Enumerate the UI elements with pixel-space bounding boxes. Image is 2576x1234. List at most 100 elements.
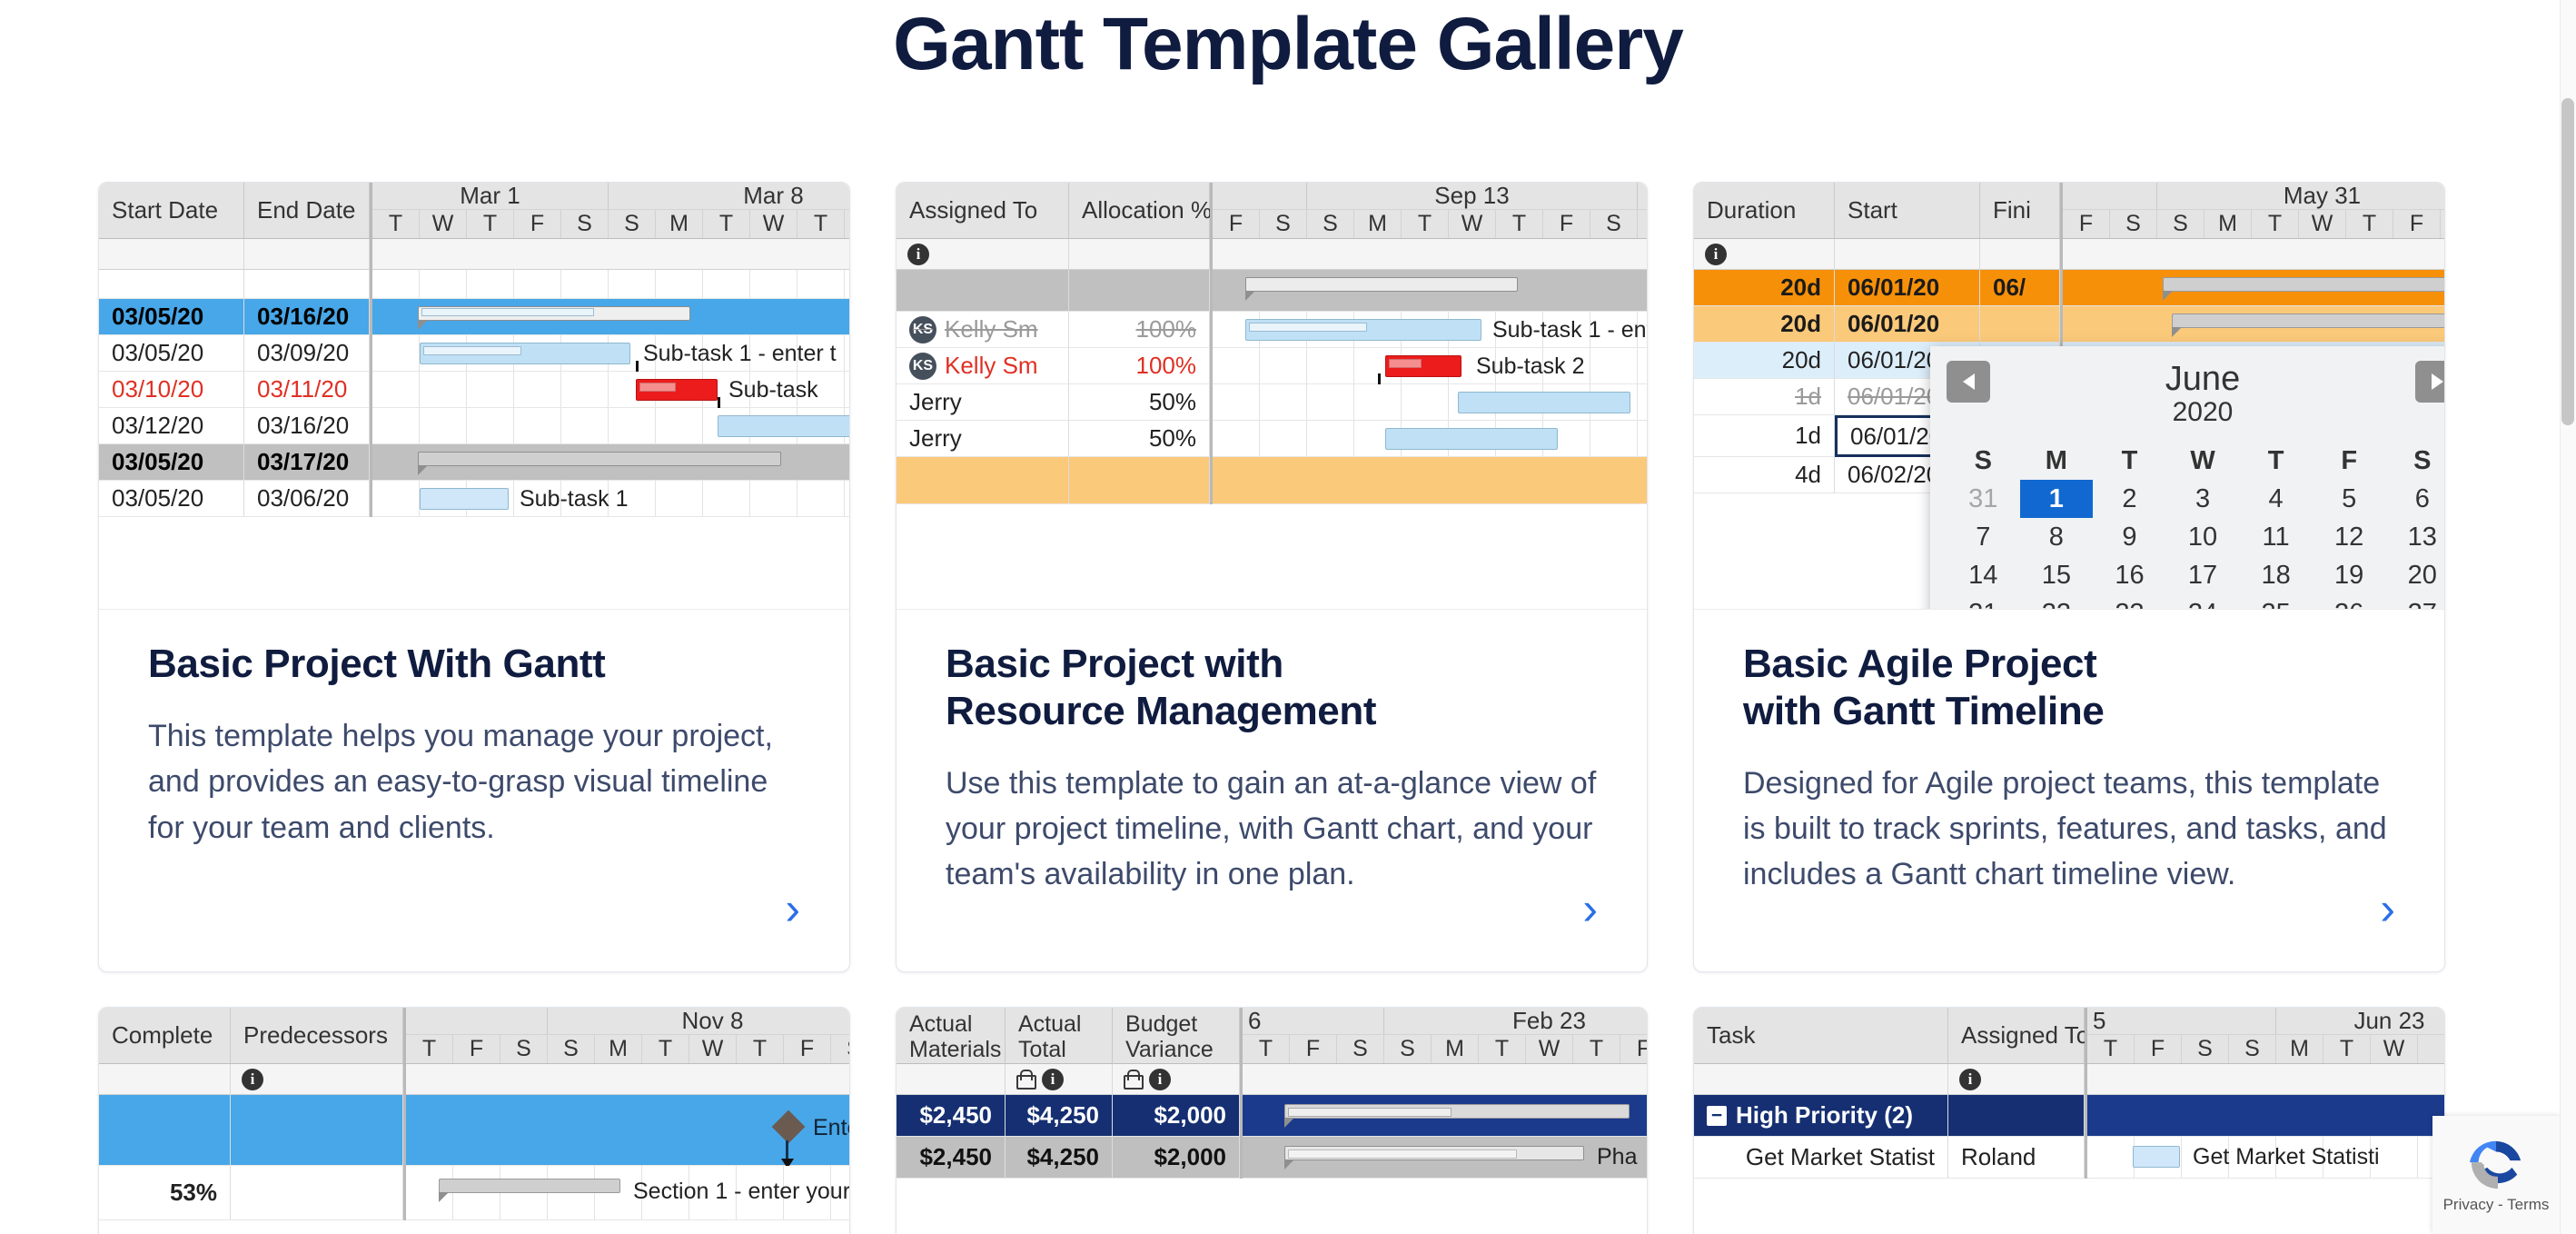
table-row[interactable]: KS Kelly Sm xyxy=(897,348,1069,384)
table-row[interactable]: 03/09/20 xyxy=(244,335,370,372)
gantt-bar-row[interactable] xyxy=(1213,384,1647,421)
table-row[interactable]: 03/05/20 xyxy=(99,299,244,335)
table-row[interactable]: 03/10/20 xyxy=(99,372,244,408)
info-icon[interactable]: i xyxy=(242,1068,263,1090)
gantt-bar-row[interactable] xyxy=(2063,306,2444,343)
table-row[interactable]: KS Kelly Sm xyxy=(897,312,1069,348)
datepicker-day[interactable]: 31 xyxy=(1947,480,2020,518)
table-row[interactable]: 50% xyxy=(1069,384,1210,421)
datepicker-day[interactable]: 14 xyxy=(1947,556,2020,594)
info-icon[interactable]: i xyxy=(1042,1068,1064,1090)
datepicker-day[interactable]: 4 xyxy=(2239,480,2313,518)
info-icon[interactable]: i xyxy=(1149,1068,1171,1090)
gantt-bar-row[interactable] xyxy=(2063,270,2444,306)
table-row[interactable]: 06/01/20 xyxy=(1835,270,1980,306)
gantt-bar-row[interactable] xyxy=(1213,457,1647,504)
table-row[interactable]: 100% xyxy=(1069,348,1210,384)
datepicker-day[interactable]: 6 xyxy=(2385,480,2444,518)
datepicker-day[interactable]: 11 xyxy=(2239,518,2313,556)
table-row[interactable]: 50% xyxy=(1069,421,1210,457)
table-row[interactable]: Jerry xyxy=(897,384,1069,421)
table-row[interactable]: 20d xyxy=(1694,270,1835,306)
table-row[interactable] xyxy=(897,457,1069,504)
scrollbar-thumb[interactable] xyxy=(2561,98,2574,425)
table-row[interactable]: $2,450 xyxy=(897,1137,1006,1179)
table-row[interactable]: 03/16/20 xyxy=(244,299,370,335)
table-row[interactable]: $4,250 xyxy=(1006,1137,1113,1179)
table-row[interactable] xyxy=(897,270,1069,312)
info-icon[interactable]: i xyxy=(907,243,929,265)
table-row[interactable] xyxy=(1980,306,2060,343)
table-row[interactable]: 4d xyxy=(1694,457,1835,493)
table-row[interactable]: 03/05/20 xyxy=(99,444,244,481)
table-row[interactable]: 06/ xyxy=(1980,270,2060,306)
datepicker-day[interactable]: 26 xyxy=(2313,594,2386,609)
table-row[interactable]: 53% xyxy=(99,1166,231,1220)
chevron-right-icon[interactable]: › xyxy=(785,886,800,931)
table-row[interactable]: 03/16/20 xyxy=(244,408,370,444)
datepicker-day[interactable]: 9 xyxy=(2093,518,2166,556)
table-row[interactable] xyxy=(231,1095,403,1166)
gantt-bar-row[interactable] xyxy=(1243,1095,1647,1137)
template-card-basic-agile-project-with-gantt-timeline[interactable]: Duration i 20d 20d 20d 1d 1d 4d Start 06… xyxy=(1693,182,2445,972)
table-row[interactable]: $4,250 xyxy=(1006,1095,1113,1137)
table-row-group[interactable]: − High Priority (2) xyxy=(1694,1095,1948,1137)
table-row[interactable]: $2,450 xyxy=(897,1095,1006,1137)
table-row[interactable] xyxy=(99,1095,231,1166)
recaptcha-badge[interactable]: Privacy - Terms xyxy=(2432,1116,2560,1234)
datepicker-day[interactable]: 12 xyxy=(2313,518,2386,556)
table-row[interactable]: 03/17/20 xyxy=(244,444,370,481)
gantt-bar-row[interactable] xyxy=(372,408,849,444)
template-card-gantt-with-task-priority[interactable]: Task − High Priority (2) Get Market Stat… xyxy=(1693,1007,2445,1234)
table-row[interactable]: 1d xyxy=(1694,415,1835,457)
datepicker-day[interactable]: 5 xyxy=(2313,480,2386,518)
datepicker-day[interactable]: 21 xyxy=(1947,594,2020,609)
gantt-bar-row[interactable] xyxy=(372,299,849,335)
table-row[interactable]: 03/05/20 xyxy=(99,335,244,372)
table-row[interactable] xyxy=(1069,270,1210,312)
recaptcha-privacy-terms[interactable]: Privacy - Terms xyxy=(2443,1196,2550,1214)
table-row[interactable]: Get Market Statist xyxy=(1694,1137,1948,1179)
table-row[interactable]: 100% xyxy=(1069,312,1210,348)
datepicker-day[interactable]: 2 xyxy=(2093,480,2166,518)
datepicker-day[interactable]: 25 xyxy=(2239,594,2313,609)
table-row[interactable]: 06/01/20 xyxy=(1835,306,1980,343)
gantt-bar-row[interactable]: Sub-task 1 - enter task a xyxy=(1213,312,1647,348)
datepicker-day[interactable]: 23 xyxy=(2093,594,2166,609)
gantt-bar-row[interactable]: Enter yo xyxy=(406,1095,849,1169)
table-row[interactable]: 1d xyxy=(1694,379,1835,415)
template-card-gantt-with-complete-predecessors[interactable]: Complete 53% Predecessors i Nov 8 T F S … xyxy=(98,1007,850,1234)
template-card-gantt-with-budget-tracking[interactable]: Actual Materials $2,450 $2,450 Actual To… xyxy=(896,1007,1648,1234)
chevron-right-icon[interactable]: › xyxy=(2380,886,2395,931)
gantt-bar-row[interactable]: Sub-task 1 xyxy=(372,481,849,517)
gantt-bar-row[interactable]: Sub-task 2 xyxy=(1213,348,1647,396)
datepicker-day[interactable]: 19 xyxy=(2313,556,2386,594)
table-row[interactable] xyxy=(1948,1095,2085,1137)
table-row[interactable] xyxy=(1069,457,1210,504)
datepicker-day[interactable]: 20 xyxy=(2385,556,2444,594)
table-row[interactable]: 03/05/20 xyxy=(99,481,244,517)
datepicker-day[interactable]: 7 xyxy=(1947,518,2020,556)
table-row[interactable]: 20d xyxy=(1694,306,1835,343)
table-row[interactable]: 03/11/20 xyxy=(244,372,370,408)
prev-month-button[interactable] xyxy=(1947,361,1990,403)
gantt-bar-row[interactable] xyxy=(2087,1095,2444,1137)
table-row[interactable]: 03/12/20 xyxy=(99,408,244,444)
gantt-bar-row[interactable] xyxy=(372,444,849,481)
gantt-bar-row[interactable]: Pha xyxy=(1243,1137,1647,1179)
gantt-bar-row[interactable]: Sub-task xyxy=(372,372,849,420)
datepicker-day[interactable]: 18 xyxy=(2239,556,2313,594)
datepicker-day[interactable]: 3 xyxy=(2166,480,2240,518)
table-row[interactable]: Jerry xyxy=(897,421,1069,457)
datepicker-day[interactable]: 27 xyxy=(2385,594,2444,609)
datepicker-day[interactable]: 10 xyxy=(2166,518,2240,556)
gantt-bar-row[interactable] xyxy=(1213,270,1647,312)
next-month-button[interactable] xyxy=(2415,361,2444,403)
info-icon[interactable]: i xyxy=(1959,1068,1981,1090)
collapse-group-icon[interactable]: − xyxy=(1707,1105,1727,1126)
table-row[interactable]: $2,000 xyxy=(1113,1137,1240,1179)
gantt-bar-row[interactable]: Get Market Statisti xyxy=(2087,1137,2444,1179)
datepicker-day[interactable]: 24 xyxy=(2166,594,2240,609)
table-row[interactable] xyxy=(231,1166,403,1220)
info-icon[interactable]: i xyxy=(1705,243,1727,265)
